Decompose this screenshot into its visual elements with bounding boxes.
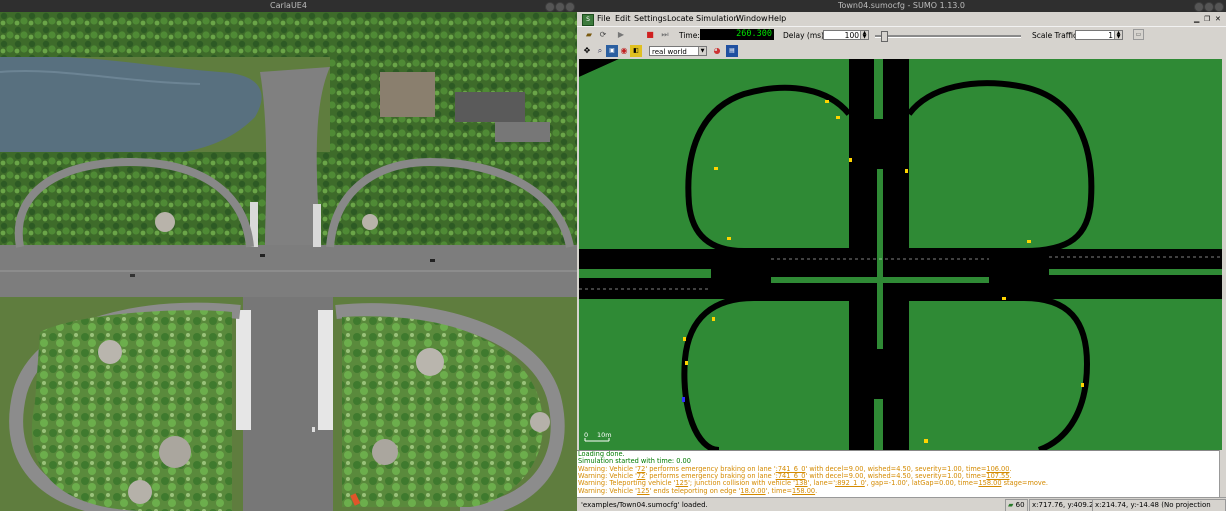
spin-arrows-icon[interactable]: ▲ ▼ [860,31,868,40]
scale-options-icon[interactable]: ▭ [1133,29,1144,40]
menu-simulation[interactable]: Simulation [696,12,739,26]
3d-view-icon[interactable]: ▤ [726,45,738,57]
view-toolbar: ✥ ⌕ ▣ ◉ ◧ real world ▼ ◕ ▤ [577,44,1226,59]
maximize-icon[interactable] [555,2,565,12]
mdi-minimize-icon[interactable]: ▁ [1194,12,1199,26]
chevron-down-icon[interactable]: ▼ [698,47,706,55]
tracker-icon[interactable]: ◧ [630,45,642,57]
open-icon[interactable]: ▰ [583,29,595,41]
fps-value: 60 [1015,501,1025,509]
delay-slider-track[interactable] [875,35,1021,38]
close-icon[interactable] [565,2,575,12]
main-toolbar: ▰ ⟳ ▶ ■ ⏭ Time: 260.300 Delay (ms): 100 … [577,26,1226,45]
step-icon[interactable]: ⏭ [659,29,671,41]
minimize-icon[interactable] [545,2,555,12]
delay-spinner[interactable]: 100 ▲ ▼ [823,30,869,40]
message-log: Loading done. Simulation started with ti… [577,450,1220,498]
mdi-close-icon[interactable]: ✕ [1215,12,1221,26]
edge-link[interactable]: 18.0.00 [740,487,765,495]
scale-traffic-value: 1 [1108,31,1113,40]
menu-edit[interactable]: Edit [615,12,631,26]
time-link[interactable]: 158.00 [792,487,815,495]
sumo-window: Town04.sumocfg - SUMO 1.13.0 S File Edit… [577,0,1226,511]
scale-traffic-label: Scale Traffic: [1032,31,1080,40]
carla-window: CarlaUE4 [0,0,577,511]
recenter-icon[interactable]: ✥ [581,45,593,57]
log-line: Warning: Vehicle '125' ends teleporting … [578,486,818,495]
menu-locate[interactable]: Locate [667,12,694,26]
close-icon[interactable] [1214,2,1224,12]
geo-coords: x:214.74, y:-14.48 (No projection define… [1092,499,1226,511]
scale-bar-label: 10m [597,431,612,439]
menu-bar: S File Edit Settings Locate Simulation W… [577,12,1226,26]
spin-arrows-icon[interactable]: ▲ ▼ [1114,31,1122,40]
lane-link[interactable]: :892_1_0 [835,479,865,487]
cursor-coords: x:717.76, y:409.28 [1029,499,1101,511]
carla-title: CarlaUE4 [270,1,307,10]
view-scheme-value: real world [652,48,687,56]
view-scheme-select[interactable]: real world ▼ [649,46,707,56]
play-icon[interactable]: ▶ [615,29,627,41]
menu-settings[interactable]: Settings [634,12,667,26]
delay-label: Delay (ms): [783,31,827,40]
color-wheel-icon[interactable]: ◕ [711,45,723,57]
sumo-logo-icon: S [582,14,594,26]
menu-file[interactable]: File [597,12,610,26]
status-message: 'examples/Town04.sumocfg' loaded. [581,501,708,509]
screenshot-icon[interactable]: ◉ [618,45,630,57]
car-icon: ▰ [1008,501,1014,509]
network-canvas[interactable] [579,59,1222,450]
zoom-icon[interactable]: ⌕ [594,45,606,57]
carla-3d-viewport[interactable] [0,12,577,511]
time-link[interactable]: 158.00 [978,479,1001,487]
delay-slider-thumb[interactable] [881,31,888,42]
scale-zero-label: 0 [584,431,589,439]
delay-value: 100 [844,31,859,40]
sumo-title: Town04.sumocfg - SUMO 1.13.0 [837,1,966,10]
minimize-icon[interactable] [1194,2,1204,12]
time-label: Time: [679,31,700,40]
status-bar: 'examples/Town04.sumocfg' loaded. ▰ 60 x… [577,497,1226,511]
scale-traffic-spinner[interactable]: 1 ▲ ▼ [1075,30,1123,40]
maximize-icon[interactable] [1204,2,1214,12]
vehicle-link[interactable]: 125 [637,487,650,495]
fps-box: ▰ 60 [1005,499,1028,511]
locate-icon[interactable]: ▣ [606,45,618,57]
stop-icon[interactable]: ■ [644,29,656,41]
menu-window[interactable]: Window [736,12,768,26]
time-display: 260.300 [700,29,774,40]
mdi-restore-icon[interactable]: ❐ [1204,12,1210,26]
reload-icon[interactable]: ⟳ [597,29,609,41]
log-scrollbar[interactable] [1219,450,1226,497]
menu-help[interactable]: Help [768,12,786,26]
